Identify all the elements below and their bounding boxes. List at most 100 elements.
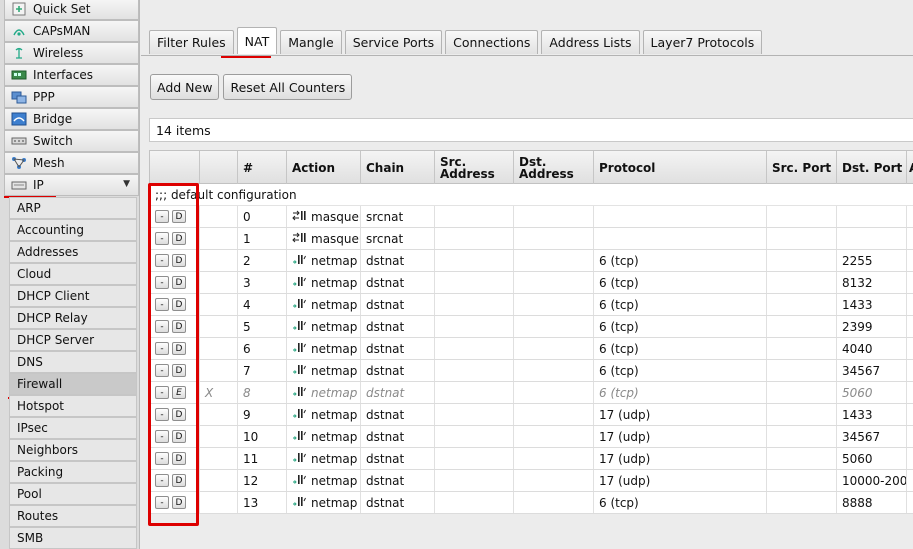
rule-action: netmap [287, 360, 361, 381]
table-row[interactable]: - D 6 netmap dstnat 6 (tcp) 4040 [149, 338, 913, 360]
submenu-item-dhcp-client[interactable]: DHCP Client [9, 285, 137, 307]
table-row[interactable]: -D0masqueradesrcnat [149, 206, 913, 228]
column-header-protocol[interactable]: Protocol [594, 151, 767, 184]
row-flag-cell [200, 206, 238, 227]
tab-layer7-protocols[interactable]: Layer7 Protocols [642, 30, 763, 54]
column-header-chain[interactable]: Chain [361, 151, 435, 184]
table-row[interactable]: - D 10 netmap dstnat 17 (udp) 34567 [149, 426, 913, 448]
table-row[interactable]: - D 9 netmap dstnat 17 (udp) 1433 [149, 404, 913, 426]
rule-dst-cell [514, 228, 594, 249]
table-row[interactable]: - E X 8 netmap dstnat 6 (tcp) 5060 [149, 382, 913, 404]
netmap-icon [292, 496, 306, 510]
rule-dst-cell [514, 360, 594, 381]
column-header-number[interactable]: # [238, 151, 287, 184]
submenu-item-routes[interactable]: Routes [9, 505, 137, 527]
table-row[interactable]: - D 4 netmap dstnat 6 (tcp) 1433 [149, 294, 913, 316]
rule-chain: srcnat [361, 206, 435, 227]
tab-mangle[interactable]: Mangle [280, 30, 342, 54]
table-row[interactable]: - D 5 netmap dstnat 6 (tcp) 2399 [149, 316, 913, 338]
sidebar-item-mesh[interactable]: Mesh [4, 152, 139, 174]
column-header-dst-address[interactable]: Dst. Address [514, 151, 594, 184]
row-flag-cell [200, 360, 238, 381]
submenu-item-smb[interactable]: SMB [9, 527, 137, 549]
column-header-src-port[interactable]: Src. Port [767, 151, 837, 184]
rule-src-cell [435, 272, 514, 293]
rule-number: 10 [238, 426, 287, 447]
column-header-flags[interactable] [200, 151, 238, 184]
rule-number: 1 [238, 228, 287, 249]
netmap-icon [292, 298, 306, 312]
rule-extra-cell [907, 294, 913, 315]
column-header-buttons[interactable] [150, 151, 200, 184]
chevron-down-icon[interactable]: ▼ [123, 179, 130, 189]
rule-srcport-cell [767, 338, 837, 359]
row-flag-cell [200, 404, 238, 425]
column-header-truncated[interactable]: A [907, 151, 913, 184]
sidebar-item-label: Mesh [33, 156, 65, 170]
table-row[interactable]: -D1masqueradesrcnat [149, 228, 913, 250]
column-header-action[interactable]: Action [287, 151, 361, 184]
rule-extra-cell [907, 272, 913, 293]
sidebar-item-ip[interactable]: IP ▼ [4, 174, 139, 196]
rule-src-cell [435, 382, 514, 403]
rule-extra-cell [907, 426, 913, 447]
rule-protocol: 17 (udp) [594, 426, 767, 447]
table-row[interactable]: - D 3 netmap dstnat 6 (tcp) 8132 [149, 272, 913, 294]
sidebar-item-ppp[interactable]: PPP [4, 86, 139, 108]
rule-srcport-cell [767, 272, 837, 293]
rule-chain: dstnat [361, 294, 435, 315]
submenu-item-accounting[interactable]: Accounting [9, 219, 137, 241]
submenu-item-addresses[interactable]: Addresses [9, 241, 137, 263]
submenu-item-arp[interactable]: ARP [9, 197, 137, 219]
submenu-item-neighbors[interactable]: Neighbors [9, 439, 137, 461]
table-row[interactable]: - D 7 netmap dstnat 6 (tcp) 34567 [149, 360, 913, 382]
tab-filter-rules[interactable]: Filter Rules [149, 30, 234, 54]
rule-srcport-cell [767, 426, 837, 447]
submenu-item-dns[interactable]: DNS [9, 351, 137, 373]
submenu-item-pool[interactable]: Pool [9, 483, 137, 505]
table-header: # Action Chain Src. Address Dst. Address… [149, 150, 913, 184]
rule-number: 3 [238, 272, 287, 293]
column-header-src-address[interactable]: Src. Address [435, 151, 514, 184]
rule-chain: srcnat [361, 228, 435, 249]
sidebar-item-bridge[interactable]: Bridge [4, 108, 139, 130]
table-row[interactable]: - D 11 netmap dstnat 17 (udp) 5060 [149, 448, 913, 470]
rule-src-cell [435, 316, 514, 337]
rule-extra-cell [907, 404, 913, 425]
submenu-item-cloud[interactable]: Cloud [9, 263, 137, 285]
tab-service-ports[interactable]: Service Ports [344, 30, 443, 54]
sidebar-item-interfaces[interactable]: Interfaces [4, 64, 139, 86]
rule-dst-port: 5060 [837, 382, 907, 403]
tab-nat[interactable]: NAT [236, 27, 278, 54]
add-new-button[interactable]: Add New [150, 74, 220, 100]
rule-dst-port: 34567 [837, 426, 907, 447]
reset-all-counters-button[interactable]: Reset All Counters [223, 74, 353, 100]
column-header-dst-port[interactable]: Dst. Port [837, 151, 907, 184]
submenu-item-packing[interactable]: Packing [9, 461, 137, 483]
tab-connections[interactable]: Connections [445, 30, 539, 54]
submenu-item-ipsec[interactable]: IPsec [9, 417, 137, 439]
table-row[interactable]: - D 2 netmap dstnat 6 (tcp) 2255 [149, 250, 913, 272]
rule-action: netmap [287, 492, 361, 513]
submenu-item-firewall[interactable]: Firewall [9, 373, 137, 395]
tab-address-lists[interactable]: Address Lists [541, 30, 640, 54]
rule-action: masquerade [287, 206, 361, 227]
rule-extra-cell [907, 228, 913, 249]
rule-number: 13 [238, 492, 287, 513]
table-row[interactable]: -D12netmapdstnat17 (udp)10000-20000 [149, 470, 913, 492]
sidebar-item-switch[interactable]: Switch [4, 130, 139, 152]
rule-extra-cell [907, 492, 913, 513]
tab-strip: Filter Rules NAT Mangle Service Ports Co… [149, 27, 765, 56]
submenu-item-hotspot[interactable]: Hotspot [9, 395, 137, 417]
rule-dst-port: 2399 [837, 316, 907, 337]
rule-action: netmap [287, 448, 361, 469]
submenu-item-dhcp-relay[interactable]: DHCP Relay [9, 307, 137, 329]
sidebar-item-quick-set[interactable]: Quick Set [4, 0, 139, 20]
sidebar-item-capsman[interactable]: CAPsMAN [4, 20, 139, 42]
sidebar-item-wireless[interactable]: Wireless [4, 42, 139, 64]
rule-chain: dstnat [361, 272, 435, 293]
table-row[interactable]: - D 13 netmap dstnat 6 (tcp) 8888 [149, 492, 913, 514]
sidebar: Quick Set CAPsMAN Wireless Interfaces PP… [0, 0, 140, 549]
submenu-item-dhcp-server[interactable]: DHCP Server [9, 329, 137, 351]
row-flag-cell [200, 272, 238, 293]
